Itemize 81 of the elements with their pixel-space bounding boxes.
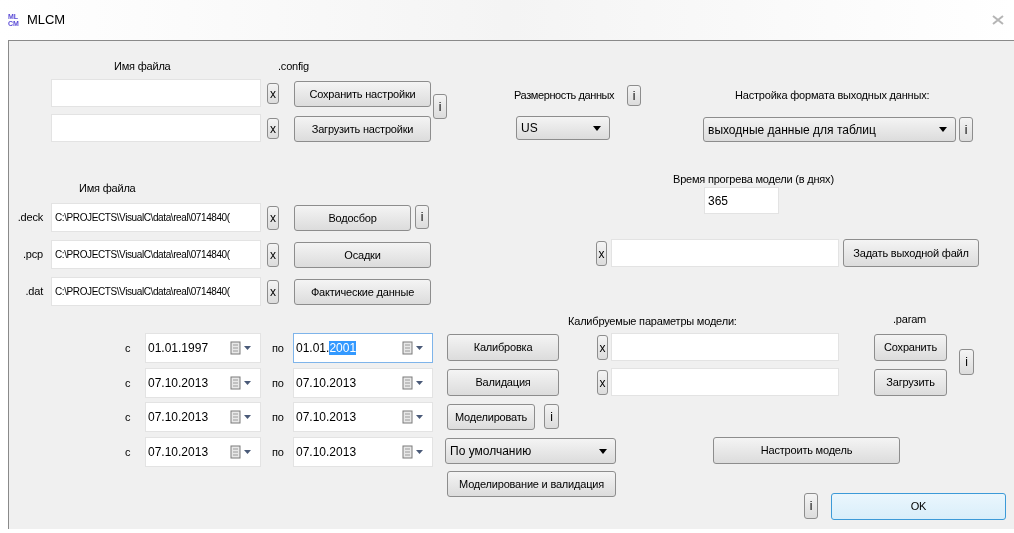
info-button[interactable]: i bbox=[544, 404, 559, 429]
file-path-field[interactable]: C:\PROJECTS\VisualC\data\real\0714840( bbox=[51, 240, 261, 269]
output-file-button[interactable]: Задать выходной файл bbox=[843, 239, 979, 267]
file-extension-label: .dat bbox=[24, 284, 45, 300]
validate-button[interactable]: Валидация bbox=[447, 369, 559, 396]
text-field[interactable] bbox=[51, 79, 261, 107]
calendar-dropdown-icon bbox=[230, 376, 252, 390]
file-path-field[interactable]: C:\PROJECTS\VisualC\data\real\0714840( bbox=[51, 277, 261, 306]
field-label: Имя файла bbox=[114, 58, 171, 74]
info-button[interactable]: i bbox=[959, 117, 973, 142]
info-button[interactable]: i bbox=[415, 205, 429, 229]
clear-button[interactable]: x bbox=[267, 280, 279, 304]
file-extension-label: .pcp bbox=[22, 247, 44, 263]
field-label: с bbox=[125, 341, 131, 357]
parameters-field[interactable] bbox=[611, 333, 839, 361]
date-field[interactable]: 07.10.2013 bbox=[293, 368, 433, 398]
field-label: Время прогрева модели (в днях) bbox=[673, 171, 834, 187]
units-dropdown[interactable]: US bbox=[516, 116, 610, 140]
calendar-dropdown-icon bbox=[402, 341, 424, 355]
settings-button[interactable]: Сохранить настройки bbox=[294, 81, 431, 107]
date-field[interactable]: 01.01.1997 bbox=[145, 333, 261, 363]
calendar-dropdown-icon bbox=[402, 376, 424, 390]
date-field[interactable]: 07.10.2013 bbox=[293, 437, 433, 467]
date-field[interactable]: 07.10.2013 bbox=[145, 437, 261, 467]
close-icon[interactable] bbox=[992, 15, 1004, 25]
date-field[interactable]: 01.01.2001 bbox=[293, 333, 433, 363]
dropdown-arrow-icon bbox=[599, 448, 607, 454]
file-button[interactable]: Фактические данные bbox=[294, 279, 431, 305]
mode-dropdown[interactable]: По умолчанию bbox=[445, 438, 616, 464]
calendar-dropdown-icon bbox=[402, 410, 424, 424]
output-file-field[interactable] bbox=[611, 239, 839, 267]
field-label: Настройка формата выходных данных: bbox=[735, 87, 930, 103]
settings-button[interactable]: Загрузить настройки bbox=[294, 116, 431, 142]
clear-button[interactable]: x bbox=[267, 206, 279, 230]
field-label: Калибруемые параметры модели: bbox=[568, 313, 737, 329]
info-button[interactable]: i bbox=[804, 493, 818, 519]
text-field[interactable] bbox=[51, 114, 261, 142]
clear-button[interactable]: x bbox=[597, 370, 608, 395]
file-path-field[interactable]: C:\PROJECTS\VisualC\data\real\0714840( bbox=[51, 203, 261, 232]
calibrate-button[interactable]: Калибровка bbox=[447, 334, 559, 361]
info-button[interactable]: i bbox=[627, 85, 641, 106]
date-field[interactable]: 07.10.2013 bbox=[293, 402, 433, 432]
field-label: по bbox=[272, 341, 284, 357]
date-field[interactable]: 07.10.2013 bbox=[145, 402, 261, 432]
field-label: с bbox=[125, 376, 131, 392]
param-button[interactable]: Сохранить bbox=[874, 334, 947, 361]
tune-model-button[interactable]: Настроить модель bbox=[713, 437, 900, 464]
calendar-dropdown-icon bbox=[230, 445, 252, 459]
simulate-validate-button[interactable]: Моделирование и валидация bbox=[447, 471, 616, 497]
field-label: с bbox=[125, 445, 131, 461]
field-label: с bbox=[125, 410, 131, 426]
field-label: .param bbox=[893, 311, 927, 327]
info-button[interactable]: i bbox=[959, 349, 974, 375]
output-format-dropdown[interactable]: выходные данные для таблиц bbox=[703, 117, 956, 142]
clear-button[interactable]: x bbox=[597, 335, 608, 360]
clear-button[interactable]: x bbox=[267, 118, 279, 139]
clear-button[interactable]: x bbox=[596, 241, 607, 266]
field-label: Размерность данных bbox=[514, 87, 615, 103]
file-button[interactable]: Осадки bbox=[294, 242, 431, 268]
window-title: MLCM bbox=[26, 11, 66, 30]
param-button[interactable]: Загрузить bbox=[874, 369, 947, 396]
calendar-dropdown-icon bbox=[230, 410, 252, 424]
info-button[interactable]: i bbox=[433, 94, 447, 119]
warmup-days-field[interactable]: 365 bbox=[704, 187, 779, 214]
clear-button[interactable]: x bbox=[267, 83, 279, 104]
field-label: по bbox=[272, 410, 284, 426]
field-label: по bbox=[272, 376, 284, 392]
field-label: Имя файла bbox=[79, 180, 136, 196]
calendar-dropdown-icon bbox=[402, 445, 424, 459]
parameters-field[interactable] bbox=[611, 368, 839, 396]
dropdown-arrow-icon bbox=[939, 127, 947, 132]
field-label: по bbox=[272, 445, 284, 461]
simulate-button[interactable]: Моделировать bbox=[447, 404, 535, 430]
calendar-dropdown-icon bbox=[230, 341, 252, 355]
dropdown-arrow-icon bbox=[593, 125, 601, 131]
field-label: .config bbox=[278, 58, 309, 74]
date-field[interactable]: 07.10.2013 bbox=[145, 368, 261, 398]
file-extension-label: .deck bbox=[16, 210, 44, 226]
ok-button[interactable]: OK bbox=[831, 493, 1006, 520]
file-button[interactable]: Водосбор bbox=[294, 205, 411, 231]
clear-button[interactable]: x bbox=[267, 243, 279, 267]
